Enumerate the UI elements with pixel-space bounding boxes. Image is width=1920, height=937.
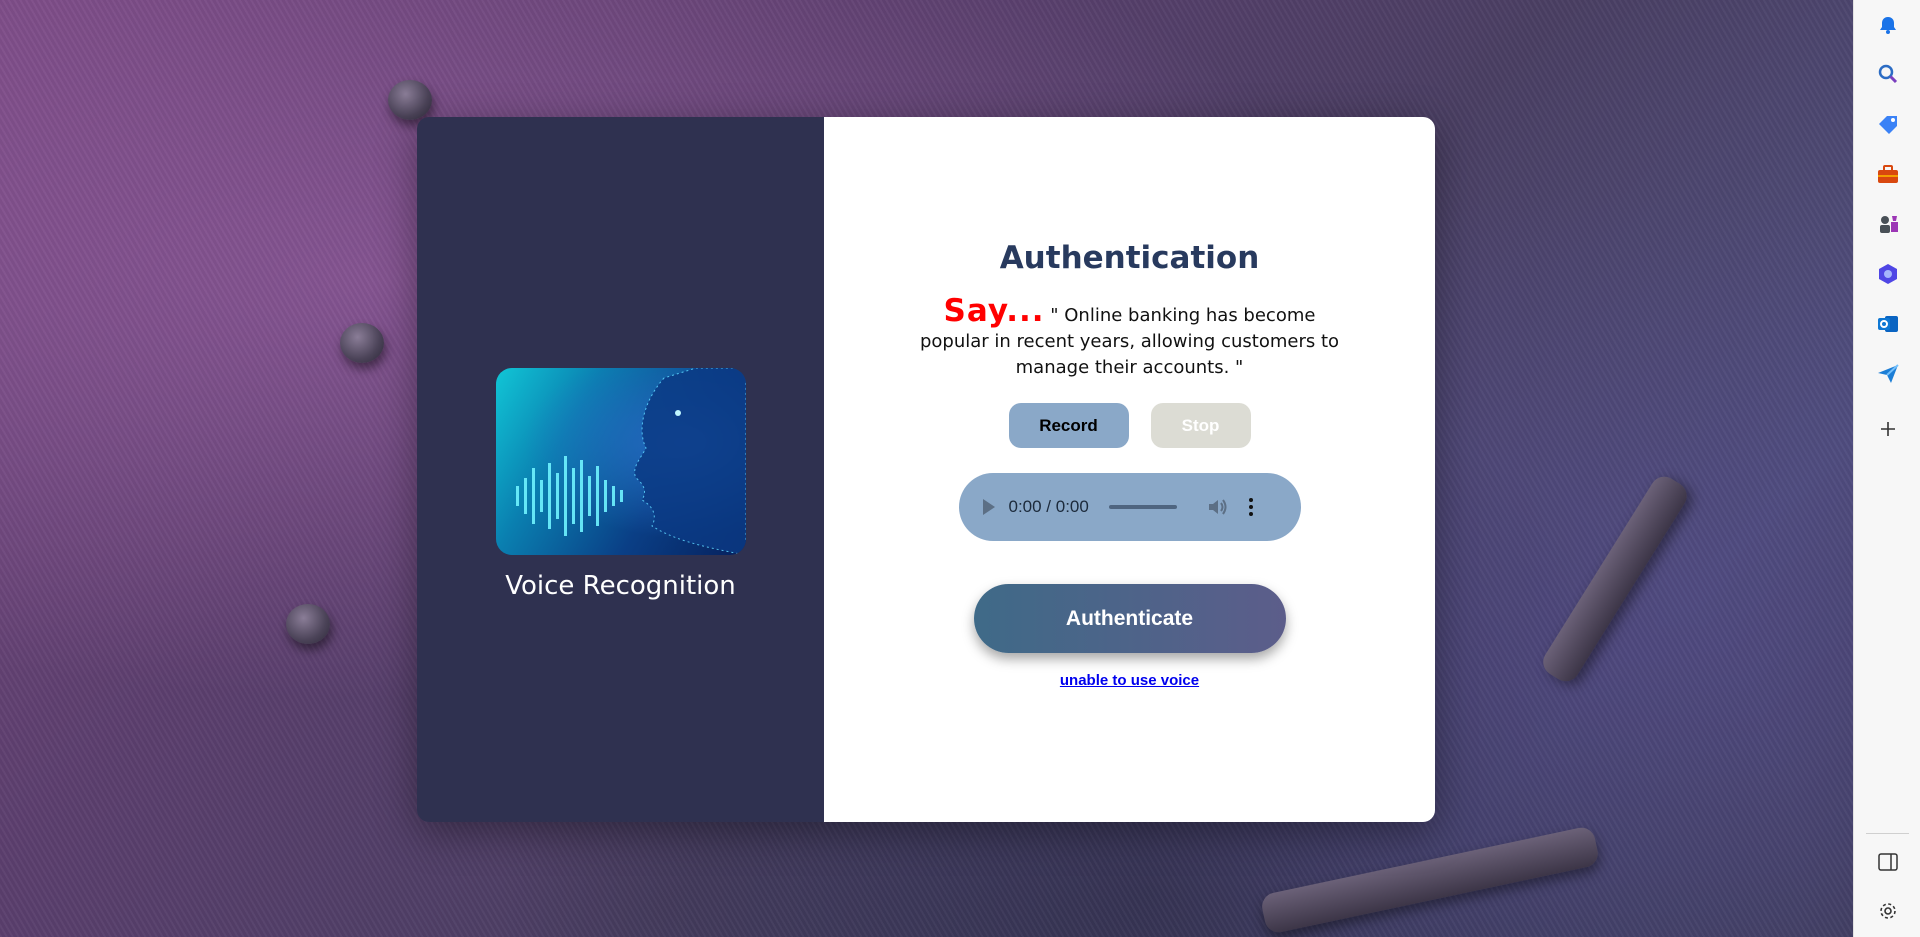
chess-icon[interactable] (1876, 212, 1900, 236)
right-panel: Authentication Say... " Online banking h… (824, 117, 1435, 822)
sidebar-divider (1866, 833, 1909, 834)
copilot-icon[interactable] (1876, 262, 1900, 286)
background-bolt (286, 604, 330, 644)
record-button[interactable]: Record (1008, 403, 1129, 448)
send-icon[interactable] (1876, 362, 1900, 386)
bell-icon[interactable] (1876, 13, 1900, 37)
record-controls: Record Stop (1008, 403, 1251, 448)
split-view-icon[interactable] (1876, 850, 1900, 874)
say-label: Say... (943, 293, 1045, 329)
audio-player: 0:00 / 0:00 (958, 473, 1301, 541)
unable-to-use-voice-link[interactable]: unable to use voice (1060, 672, 1199, 689)
authenticate-button[interactable]: Authenticate (973, 584, 1286, 653)
plus-icon[interactable] (1876, 417, 1900, 441)
audio-time: 0:00 / 0:00 (1008, 497, 1089, 516)
background-bolt (388, 80, 432, 120)
browser-sidebar (1853, 0, 1920, 937)
voice-recognition-image (495, 368, 746, 555)
play-icon[interactable] (982, 499, 995, 515)
volume-icon[interactable] (1207, 497, 1229, 517)
more-options-icon[interactable] (1248, 498, 1253, 516)
left-panel: Voice Recognition (417, 117, 824, 822)
search-icon[interactable] (1876, 62, 1900, 86)
audio-seek-bar[interactable] (1108, 505, 1177, 509)
tag-icon[interactable] (1876, 112, 1900, 136)
outlook-icon[interactable] (1876, 312, 1900, 336)
stop-button[interactable]: Stop (1150, 403, 1251, 448)
toolbox-icon[interactable] (1876, 162, 1900, 186)
settings-icon[interactable] (1876, 899, 1900, 923)
auth-modal: Voice Recognition Authentication Say... … (417, 117, 1435, 822)
voice-recognition-title: Voice Recognition (505, 571, 736, 601)
background-bolt (340, 323, 384, 363)
page-title: Authentication (999, 240, 1260, 276)
phrase-prompt: Say... " Online banking has become popul… (910, 296, 1350, 381)
